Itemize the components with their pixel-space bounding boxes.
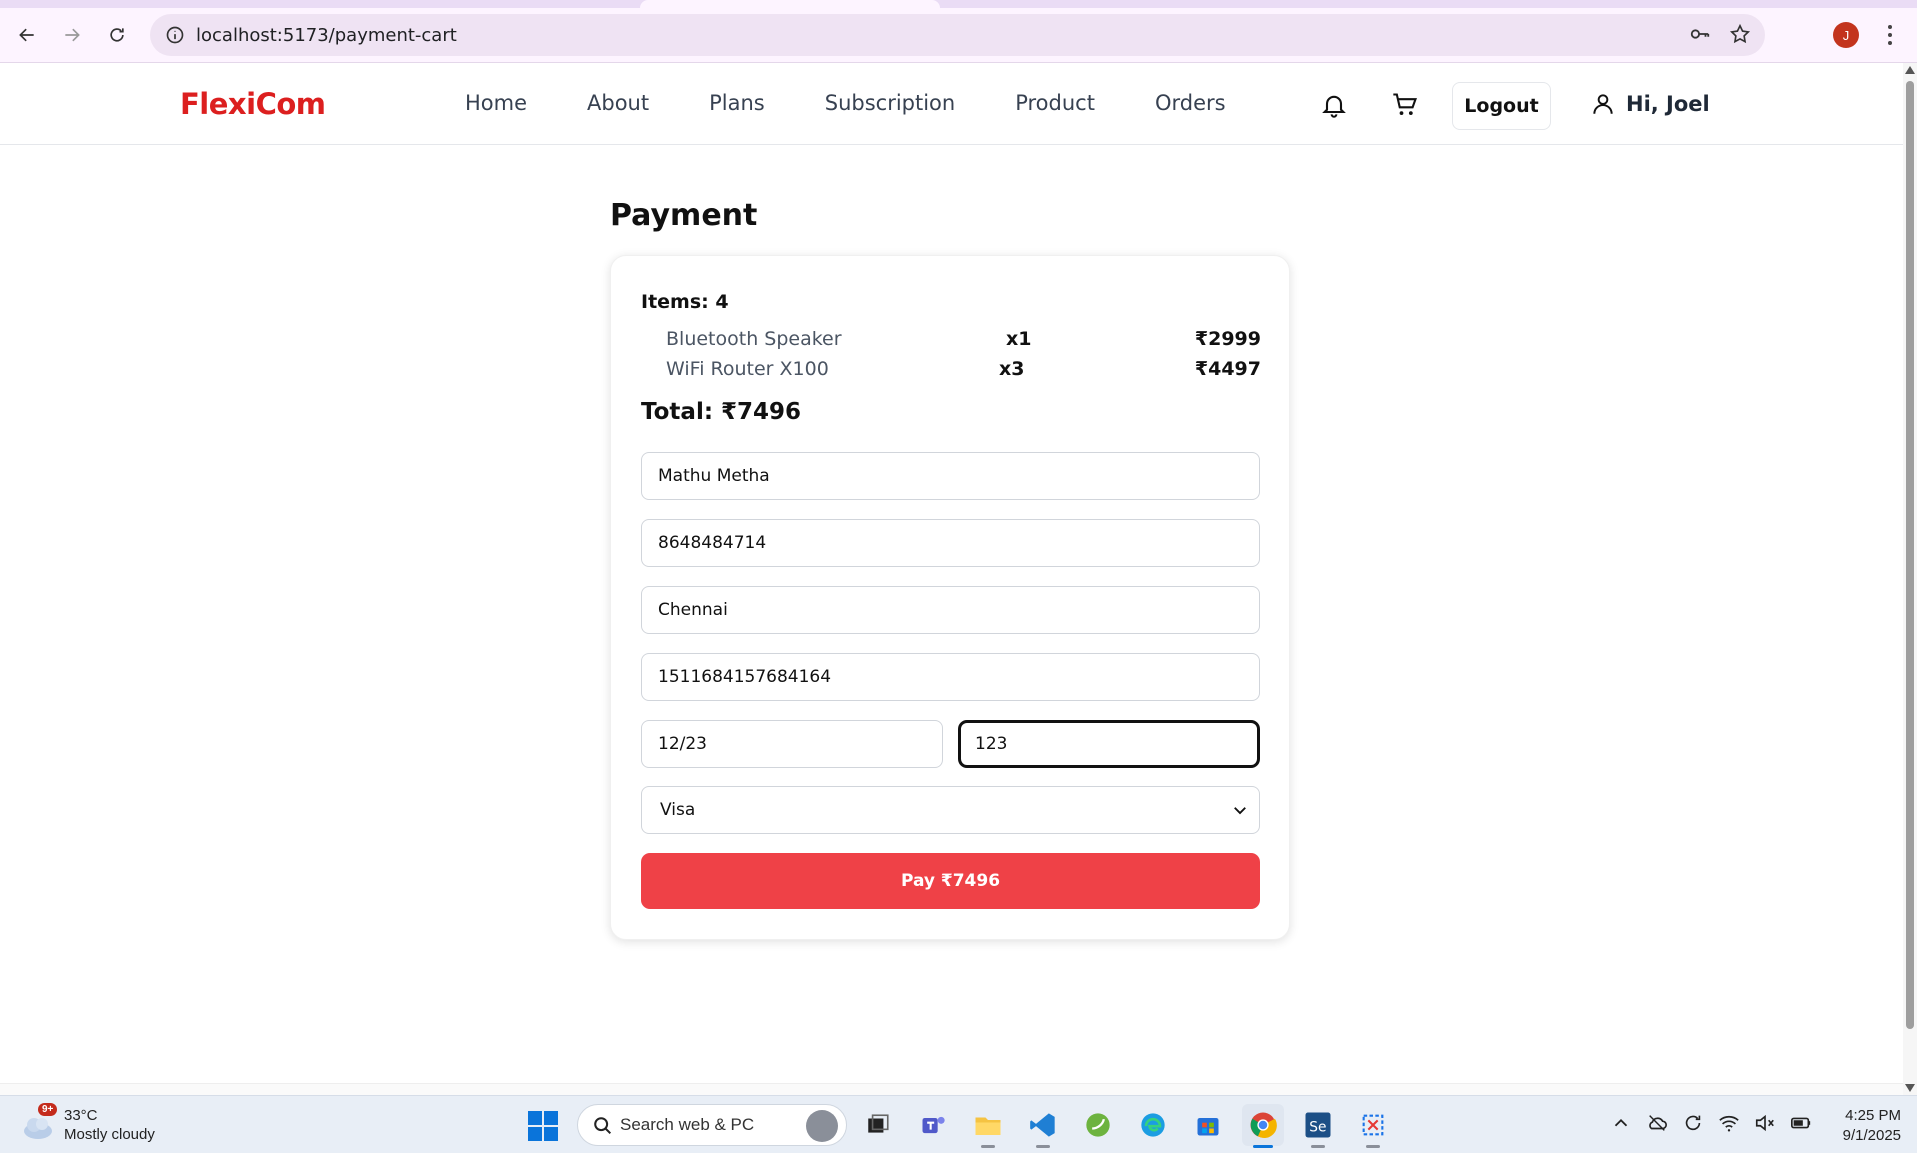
url-text[interactable]: localhost:5173/payment-cart	[196, 25, 457, 46]
svg-text:Se: Se	[1309, 1119, 1326, 1135]
horizontal-scrollbar	[0, 1083, 1903, 1095]
search-icon	[592, 1115, 614, 1137]
onedrive-icon[interactable]	[1646, 1112, 1668, 1139]
forward-icon[interactable]	[55, 18, 89, 52]
items-count: Items: 4	[641, 291, 729, 313]
chrome-icon[interactable]	[1242, 1104, 1284, 1148]
weather-desc: Mostly cloudy	[64, 1126, 155, 1143]
clock-date: 9/1/2025	[1842, 1127, 1901, 1144]
store-icon[interactable]	[1187, 1104, 1229, 1146]
cvv-field[interactable]	[958, 720, 1260, 768]
cloud-icon: 9+	[20, 1103, 58, 1143]
browser-menu-icon[interactable]	[1880, 20, 1900, 50]
battery-icon[interactable]	[1790, 1112, 1812, 1139]
nav-about[interactable]: About	[587, 91, 649, 115]
nav-product[interactable]: Product	[1015, 91, 1095, 115]
tab-strip	[0, 0, 1917, 8]
main-nav: Home About Plans Subscription Product Or…	[465, 91, 1286, 115]
selenium-icon[interactable]: Se	[1297, 1104, 1339, 1148]
vertical-scrollbar[interactable]	[1903, 63, 1917, 1095]
back-icon[interactable]	[10, 18, 44, 52]
search-highlight-icon	[806, 1110, 838, 1142]
item-qty: x1	[1006, 328, 1032, 350]
page-title: Payment	[610, 198, 758, 233]
item-qty: x3	[999, 358, 1025, 380]
phone-field[interactable]	[641, 519, 1260, 567]
site-info-icon[interactable]	[164, 24, 186, 46]
browser-chrome: localhost:5173/payment-cart J	[0, 0, 1917, 63]
vscode-icon[interactable]	[1022, 1104, 1064, 1148]
bookmark-star-icon[interactable]	[1729, 23, 1751, 50]
nav-home[interactable]: Home	[465, 91, 527, 115]
site-header: FlexiCom Home About Plans Subscription P…	[0, 63, 1903, 145]
city-field[interactable]	[641, 586, 1260, 634]
active-tab[interactable]	[640, 0, 940, 8]
taskbar: 9+ 33°C Mostly cloudy Search web & PC Se…	[0, 1095, 1917, 1153]
nav-subscription[interactable]: Subscription	[825, 91, 955, 115]
logout-button[interactable]: Logout	[1452, 82, 1551, 130]
cart-icon[interactable]	[1391, 91, 1419, 119]
user-greeting[interactable]: Hi, Joel	[1590, 91, 1710, 117]
scrollbar-thumb[interactable]	[1906, 81, 1914, 1029]
list-item: Bluetooth Speaker x1 ₹2999	[666, 328, 1261, 356]
nav-orders[interactable]: Orders	[1155, 91, 1226, 115]
spring-tool-icon[interactable]	[1077, 1104, 1119, 1146]
chevron-up-icon[interactable]	[1610, 1112, 1632, 1139]
task-view-icon[interactable]	[857, 1104, 899, 1146]
wifi-icon[interactable]	[1718, 1112, 1740, 1139]
bell-icon[interactable]	[1320, 91, 1348, 119]
address-bar[interactable]: localhost:5173/payment-cart	[150, 14, 1765, 56]
profile-avatar[interactable]: J	[1833, 22, 1859, 48]
weather-widget[interactable]: 9+ 33°C Mostly cloudy	[20, 1103, 155, 1144]
file-explorer-icon[interactable]	[967, 1104, 1009, 1148]
search-placeholder: Search web & PC	[620, 1115, 755, 1134]
windows-start-icon[interactable]	[528, 1111, 558, 1141]
reload-icon[interactable]	[100, 18, 134, 52]
expiry-field[interactable]	[641, 720, 943, 768]
item-name: Bluetooth Speaker	[666, 328, 842, 350]
item-price: ₹4497	[1194, 358, 1261, 380]
weather-temp: 33°C	[64, 1107, 98, 1124]
volume-muted-icon[interactable]	[1754, 1112, 1776, 1139]
teams-icon[interactable]	[912, 1104, 954, 1146]
pay-button[interactable]: Pay ₹7496	[641, 853, 1260, 909]
weather-badge: 9+	[38, 1103, 58, 1116]
password-key-icon[interactable]	[1689, 23, 1711, 50]
clock-time: 4:25 PM	[1845, 1107, 1901, 1124]
system-clock[interactable]: 4:25 PM 9/1/2025	[1825, 1106, 1901, 1146]
list-item: WiFi Router X100 x3 ₹4497	[666, 358, 1261, 386]
card-type-select[interactable]: Visa	[641, 786, 1260, 834]
snipping-tool-icon[interactable]	[1352, 1104, 1394, 1148]
card-type-value: Visa	[660, 800, 696, 820]
nav-plans[interactable]: Plans	[709, 91, 765, 115]
user-icon	[1590, 91, 1616, 117]
edge-icon[interactable]	[1132, 1104, 1174, 1146]
chevron-down-icon	[1231, 801, 1249, 819]
taskbar-search[interactable]: Search web & PC	[577, 1104, 847, 1146]
order-total: Total: ₹7496	[641, 399, 802, 425]
site-logo[interactable]: FlexiCom	[180, 87, 326, 121]
payment-card: Items: 4 Bluetooth Speaker x1 ₹2999 WiFi…	[610, 255, 1290, 940]
item-name: WiFi Router X100	[666, 358, 829, 380]
name-field[interactable]	[641, 452, 1260, 500]
item-price: ₹2999	[1194, 328, 1261, 350]
scroll-down-icon[interactable]	[1905, 1084, 1915, 1092]
scroll-up-icon[interactable]	[1905, 66, 1915, 74]
system-tray	[1610, 1112, 1812, 1139]
greeting-text: Hi, Joel	[1626, 92, 1710, 116]
card-number-field[interactable]	[641, 653, 1260, 701]
sync-icon[interactable]	[1682, 1112, 1704, 1139]
